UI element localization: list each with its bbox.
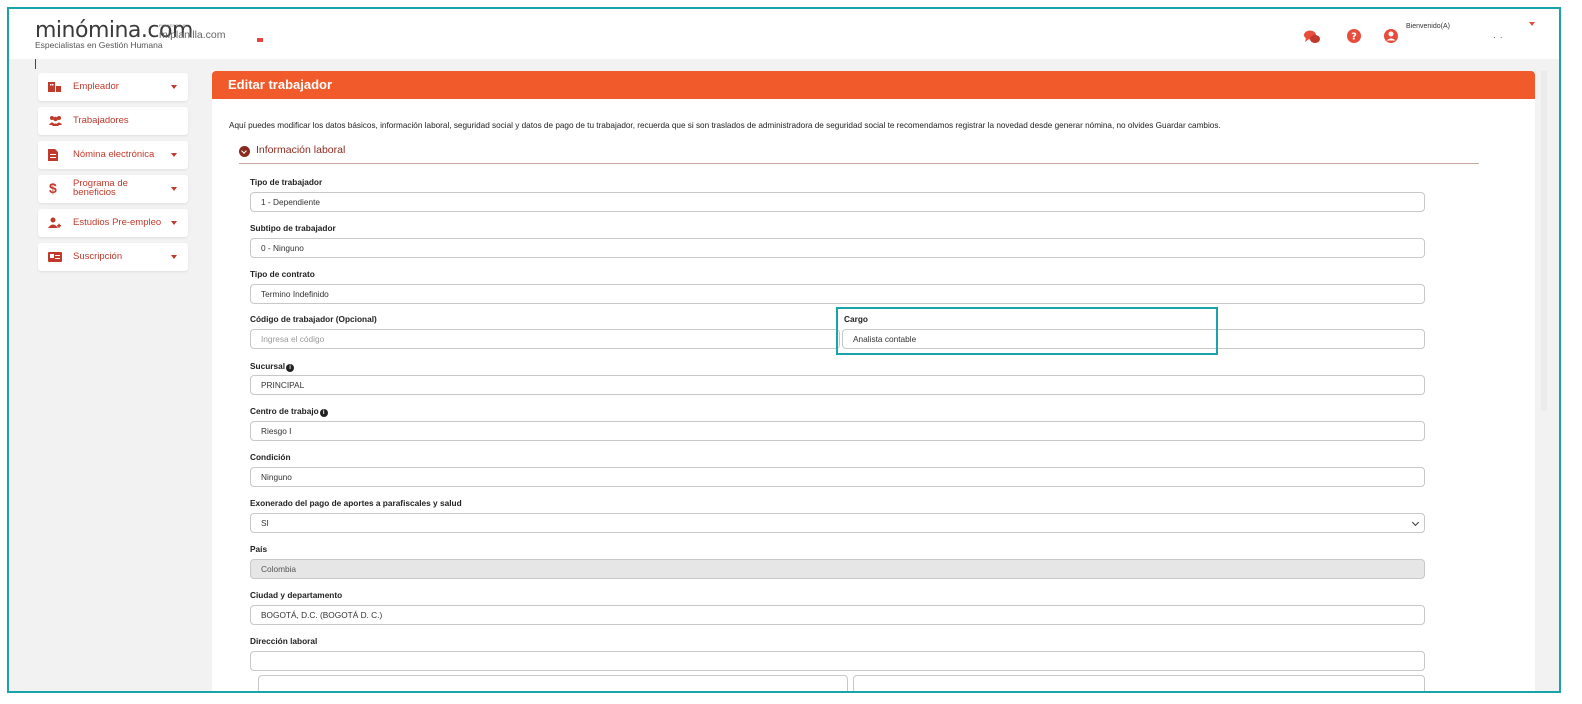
card-icon [48,252,62,262]
sidebar-item-programa-beneficios[interactable]: $ Programa de beneficios [38,175,188,203]
exonerado-value: SI [261,518,269,528]
sidebar-item-label: Trabajadores [73,115,129,126]
chevron-down-circle-icon [239,146,250,157]
tipo-contrato-select[interactable]: Termino Indefinido [250,284,1425,304]
building-icon [48,82,61,92]
info-icon[interactable]: i [286,364,295,372]
chevron-down-icon [171,153,177,157]
address-part-input[interactable] [853,675,1425,691]
page-title: Editar trabajador [228,77,333,92]
users-icon [49,116,62,126]
field-label: Centro de trabajo i [250,406,328,417]
exonerado-select[interactable]: SI [250,513,1425,533]
field-label: Condición [250,452,291,462]
user-name: · · [1493,33,1504,42]
user-menu-caret-icon[interactable] [1529,22,1535,26]
page-description: Aquí puedes modificar los datos básicos,… [229,121,1221,130]
field-label: Ciudad y departamento [250,590,343,600]
chevron-down-icon [1411,518,1420,527]
sidebar-item-estudios-pre-empleo[interactable]: Estudios Pre-empleo [38,209,188,237]
direccion-input[interactable] [250,651,1425,671]
chat-icon[interactable] [1303,29,1321,45]
powered-by: POWERED BY miplanilla.com [159,23,226,41]
user-icon[interactable] [1383,28,1399,44]
condicion-select[interactable]: Ninguno [250,467,1425,487]
field-label: País [250,544,268,554]
subtipo-trabajador-select[interactable]: 0 - Ninguno [250,238,1425,258]
sidebar-item-trabajadores[interactable]: Trabajadores [38,107,188,135]
sucursal-label: Sucursal [250,361,286,371]
field-label: Código de trabajador (Opcional) [250,314,377,324]
dollar-icon: $ [49,180,57,196]
user-plus-icon [48,217,61,228]
sidebar-item-label: Empleador [73,81,119,92]
highlight-box [836,307,1218,355]
pais-input: Colombia [250,559,1425,579]
tipo-trabajador-select[interactable]: 1 - Dependiente [250,192,1425,212]
panel-header: Editar trabajador [212,71,1535,99]
field-label: Tipo de trabajador [250,177,323,187]
svg-text:?: ? [1351,32,1357,43]
chevron-down-icon [171,85,177,89]
ciudad-select[interactable]: BOGOTÁ, D.C. (BOGOTÁ D. C.) [250,605,1425,625]
sucursal-select[interactable]: PRINCIPAL [250,375,1425,395]
chevron-down-icon [171,255,177,259]
main-panel: Editar trabajador Aquí puedes modificar … [212,71,1535,691]
top-bar: minómina.com Especialistas en Gestión Hu… [9,9,1559,59]
sidebar-item-suscripcion[interactable]: Suscripción [38,243,188,271]
field-label: Exonerado del pago de aportes a parafisc… [250,498,462,508]
centro-trabajo-label: Centro de trabajo [250,406,319,416]
flag-icon [257,38,263,42]
sidebar-item-nomina-electronica[interactable]: Nómina electrónica [38,141,188,169]
address-part-input[interactable] [258,675,848,691]
sidebar-item-empleador[interactable]: Empleador [38,73,188,101]
field-label: Sucursal i [250,361,295,372]
welcome-text: Bienvenido(A) [1406,23,1450,30]
codigo-trabajador-input[interactable]: Ingresa el código [250,329,840,349]
field-label: Tipo de contrato [250,269,315,279]
centro-trabajo-select[interactable]: Riesgo I [250,421,1425,441]
field-label: Dirección laboral [250,636,318,646]
sidebar-item-label: Nómina electrónica [73,149,155,160]
section-title: Información laboral [256,144,346,156]
chevron-down-icon [171,221,177,225]
powered-by-name: miplanilla.com [159,29,226,41]
sidebar-item-label: Estudios Pre-empleo [73,217,162,228]
info-icon[interactable]: i [319,409,328,417]
sidebar-item-label: Suscripción [73,251,123,262]
section-divider [239,163,1479,164]
chevron-down-icon [171,187,177,191]
divider [35,59,36,69]
app-frame: minómina.com Especialistas en Gestión Hu… [7,7,1561,693]
scrollbar[interactable] [1541,71,1547,411]
field-label: Subtipo de trabajador [250,223,336,233]
sidebar-item-label: Programa de beneficios [73,178,128,198]
document-icon [48,149,58,161]
help-icon[interactable]: ? [1346,28,1362,44]
